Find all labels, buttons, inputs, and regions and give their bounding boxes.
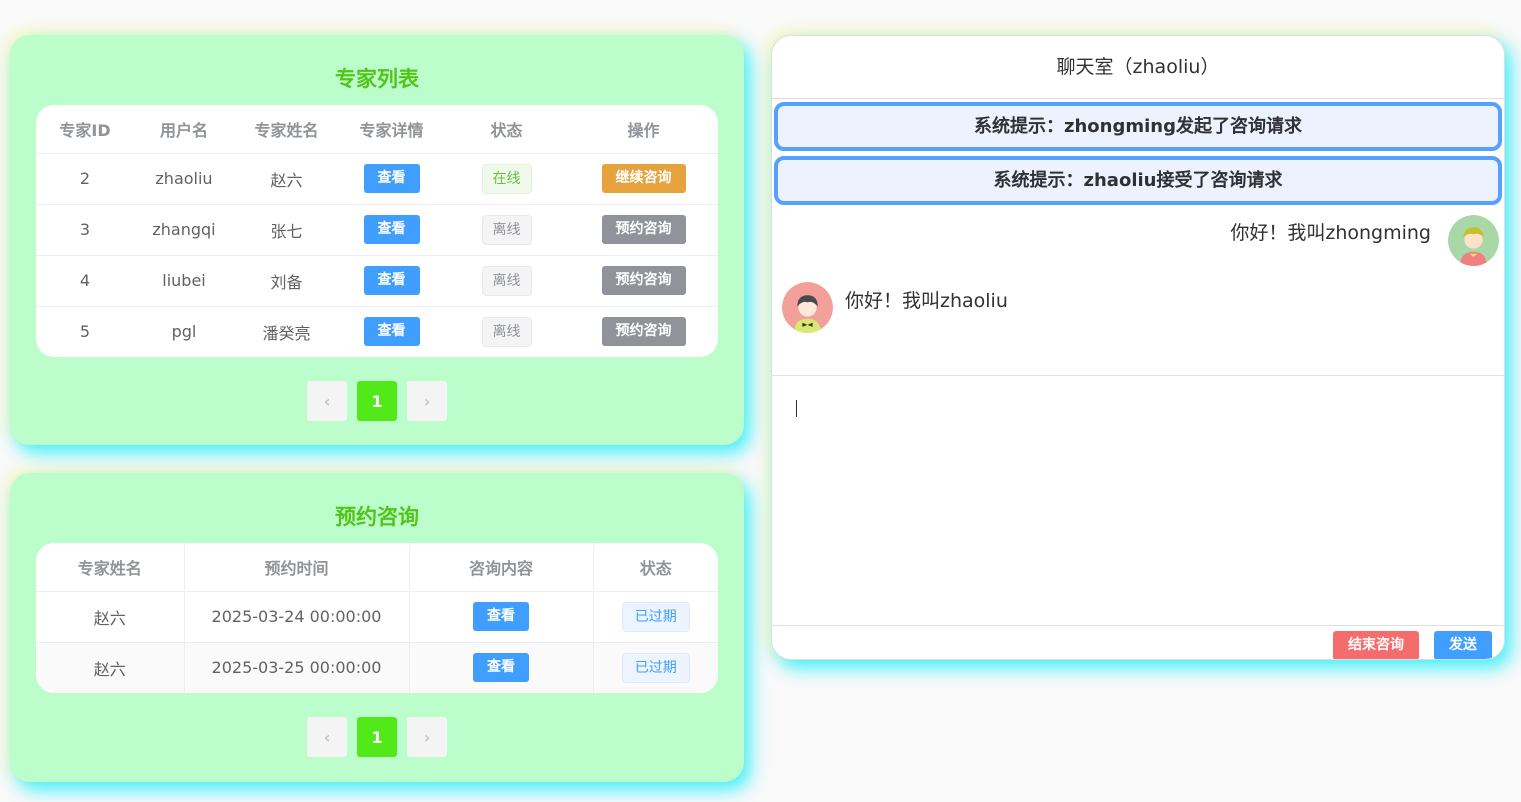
column-header-username: 用户名	[134, 105, 234, 154]
expert-list-title: 专家列表	[335, 67, 419, 91]
status-cell: 已过期	[593, 591, 718, 643]
detail-cell: 查看	[339, 153, 444, 205]
action-cell: 继续咨询	[569, 153, 718, 205]
username-cell: zhangqi	[134, 204, 234, 256]
content-cell: 查看	[409, 591, 594, 643]
expert-avatar-icon	[782, 282, 833, 333]
column-header-consult-content: 咨询内容	[409, 543, 594, 592]
send-button[interactable]: 发送	[1434, 631, 1492, 659]
status-badge-offline: 离线	[481, 265, 532, 296]
chat-footer: 结束咨询 发送	[1333, 631, 1492, 659]
reserve-time-cell: 2025-03-24 00:00:00	[184, 591, 410, 643]
expert-table-header: 专家ID 用户名 专家姓名 专家详情 状态 操作	[36, 105, 718, 154]
outgoing-message-text: 你好！我叫zhongming	[1230, 222, 1431, 244]
page-number-button[interactable]: 1	[357, 717, 397, 757]
column-header-status: 状态	[444, 105, 569, 154]
view-detail-button[interactable]: 查看	[363, 317, 420, 347]
expert-name-cell: 赵六	[36, 642, 185, 693]
action-cell: 预约咨询	[569, 255, 718, 307]
column-header-expert-id: 专家ID	[36, 105, 134, 154]
view-detail-button[interactable]: 查看	[363, 164, 420, 193]
table-row: 3 zhangqi 张七 查看 离线 预约咨询	[36, 204, 718, 256]
expert-id-cell: 4	[36, 255, 134, 307]
continue-consult-button[interactable]: 继续咨询	[601, 164, 686, 193]
table-row: 赵六 2025-03-25 00:00:00 查看 已过期	[36, 642, 718, 693]
expert-name-cell: 刘备	[234, 255, 339, 307]
status-cell: 离线	[444, 204, 569, 256]
table-row: 5 pgl 潘癸亮 查看 离线 预约咨询	[36, 306, 718, 357]
expert-name-cell: 赵六	[36, 591, 185, 643]
expert-table: 专家ID 用户名 专家姓名 专家详情 状态 操作 2 zhaoliu 赵六 查看…	[36, 105, 718, 357]
expert-name-cell: 潘癸亮	[262, 323, 311, 343]
chat-room-title: 聊天室（zhaoliu）	[772, 36, 1504, 99]
status-badge-online: 在线	[481, 163, 532, 194]
system-message: 系统提示：zhongming发起了咨询请求	[774, 102, 1502, 151]
expert-name-cell: 张七	[234, 204, 339, 256]
reservation-pagination: ‹ 1 ›	[10, 717, 744, 757]
detail-cell: 查看	[339, 255, 444, 307]
column-header-action: 操作	[569, 105, 718, 154]
chat-input-area	[772, 375, 1504, 626]
view-detail-button[interactable]: 查看	[363, 266, 420, 295]
expert-table-container: 专家ID 用户名 专家姓名 专家详情 状态 操作 2 zhaoliu 赵六 查看…	[36, 105, 718, 357]
chat-message-input[interactable]	[772, 376, 1504, 625]
action-cell: 预约咨询	[569, 306, 718, 357]
content-cell: 查看	[409, 642, 594, 693]
system-message: 系统提示：zhaoliu接受了咨询请求	[774, 156, 1502, 205]
column-header-reserve-time: 预约时间	[184, 543, 410, 592]
username-cell: zhaoliu	[134, 153, 234, 205]
view-content-button[interactable]: 查看	[473, 602, 529, 631]
reservation-table-header: 专家姓名 预约时间 咨询内容 状态	[36, 543, 718, 592]
table-row: 赵六 2025-03-24 00:00:00 查看 已过期	[36, 591, 718, 643]
expert-name-cell: 赵六	[234, 153, 339, 205]
reserve-consult-button[interactable]: 预约咨询	[601, 215, 686, 244]
detail-cell: 查看	[339, 306, 444, 357]
page-number-button[interactable]: 1	[357, 381, 397, 421]
status-cell: 离线	[444, 255, 569, 307]
end-consult-button[interactable]: 结束咨询	[1333, 631, 1419, 659]
column-header-expert-name: 专家姓名	[36, 543, 185, 592]
next-page-button[interactable]: ›	[407, 381, 447, 421]
next-page-button[interactable]: ›	[407, 717, 447, 757]
column-header-expert-detail: 专家详情	[339, 105, 444, 154]
username-cell: liubei	[134, 255, 234, 307]
table-row: 4 liubei 刘备 查看 离线 预约咨询	[36, 255, 718, 307]
reserve-time-cell: 2025-03-25 00:00:00	[184, 642, 410, 693]
username-cell: pgl	[171, 322, 197, 342]
expert-list-card: 专家列表 专家ID 用户名 专家姓名 专家详情 状态 操作 2 zhaoliu …	[10, 35, 744, 445]
status-cell: 离线	[444, 306, 569, 357]
reserve-consult-button[interactable]: 预约咨询	[601, 266, 686, 295]
column-header-expert-name: 专家姓名	[234, 105, 339, 154]
reservation-table: 专家姓名 预约时间 咨询内容 状态 赵六 2025-03-24 00:00:00…	[36, 543, 718, 693]
status-badge-offline: 离线	[481, 316, 532, 347]
status-cell: 已过期	[593, 642, 718, 693]
chat-room-panel: 聊天室（zhaoliu） 系统提示：zhongming发起了咨询请求 系统提示：…	[771, 35, 1505, 660]
table-row: 2 zhaoliu 赵六 查看 在线 继续咨询	[36, 153, 718, 205]
action-cell: 预约咨询	[569, 204, 718, 256]
prev-page-button[interactable]: ‹	[307, 381, 347, 421]
status-badge-expired: 已过期	[621, 601, 690, 632]
column-header-status: 状态	[593, 543, 718, 592]
status-cell: 在线	[444, 153, 569, 205]
prev-page-button[interactable]: ‹	[307, 717, 347, 757]
expert-pagination: ‹ 1 ›	[10, 381, 744, 421]
incoming-message-text: 你好！我叫zhaoliu	[845, 290, 1008, 312]
expert-id-cell: 5	[79, 322, 91, 342]
reservation-card: 预约咨询 专家姓名 预约时间 咨询内容 状态 赵六 2025-03-24 00:…	[10, 473, 744, 782]
expert-id-cell: 3	[36, 204, 134, 256]
status-badge-offline: 离线	[481, 214, 532, 245]
reservation-table-container: 专家姓名 预约时间 咨询内容 状态 赵六 2025-03-24 00:00:00…	[36, 543, 718, 693]
reservation-title: 预约咨询	[335, 505, 419, 529]
view-detail-button[interactable]: 查看	[363, 215, 420, 244]
detail-cell: 查看	[339, 204, 444, 256]
user-avatar-icon	[1448, 215, 1499, 266]
reserve-consult-button[interactable]: 预约咨询	[601, 317, 686, 347]
expert-id-cell: 2	[36, 153, 134, 205]
status-badge-expired: 已过期	[621, 652, 690, 683]
text-cursor	[796, 400, 797, 417]
view-content-button[interactable]: 查看	[473, 653, 529, 683]
